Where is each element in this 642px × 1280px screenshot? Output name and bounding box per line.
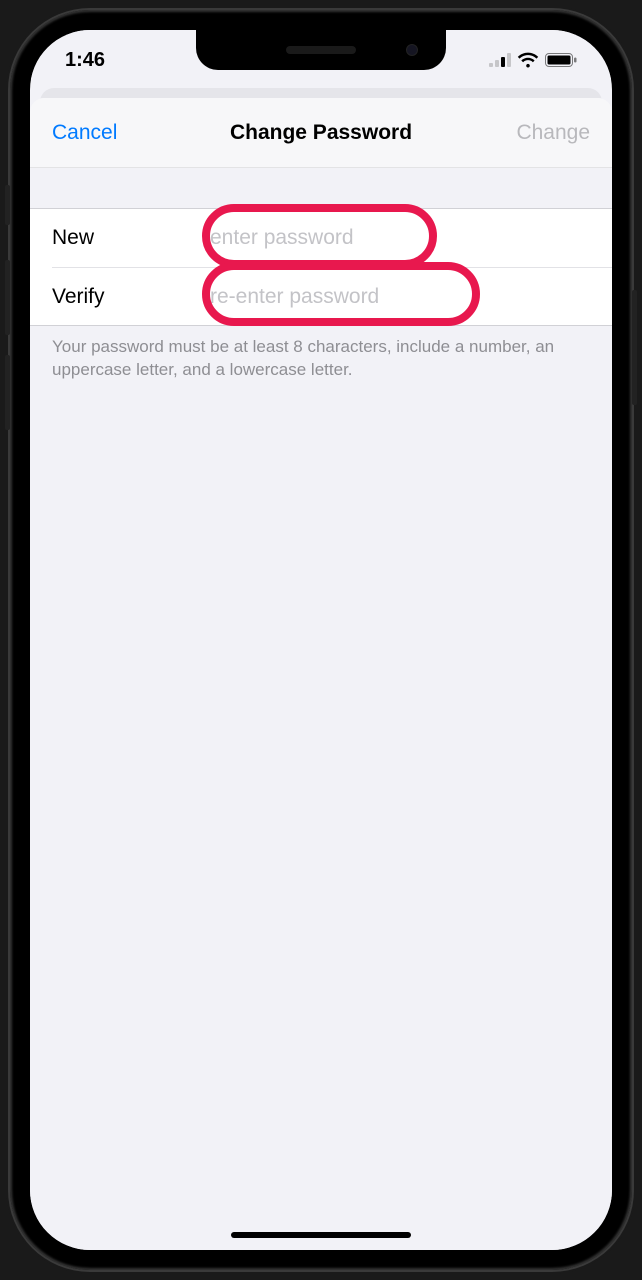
screen: 1:46 xyxy=(30,30,612,1250)
power-button xyxy=(632,290,637,405)
password-requirements-text: Your password must be at least 8 charact… xyxy=(30,326,612,392)
page-title: Change Password xyxy=(142,121,500,145)
wifi-icon xyxy=(517,52,539,68)
phone-frame: 1:46 xyxy=(10,10,632,1270)
home-indicator[interactable] xyxy=(231,1232,411,1238)
cellular-signal-icon xyxy=(489,53,511,67)
volume-up-button xyxy=(5,260,10,335)
volume-down-button xyxy=(5,355,10,430)
change-button[interactable]: Change xyxy=(500,121,590,145)
navigation-bar: Cancel Change Password Change xyxy=(30,98,612,168)
verify-password-input[interactable] xyxy=(202,285,612,309)
front-camera xyxy=(406,44,418,56)
silence-switch xyxy=(5,185,10,225)
status-right xyxy=(489,52,577,68)
new-password-input[interactable] xyxy=(202,226,612,250)
battery-icon xyxy=(545,53,577,67)
verify-password-row: Verify xyxy=(52,267,612,325)
new-password-label: New xyxy=(52,226,202,250)
speaker-grill xyxy=(286,46,356,54)
new-password-row: New xyxy=(30,209,612,267)
verify-password-label: Verify xyxy=(52,285,202,309)
password-form-group: New Verify xyxy=(30,208,612,326)
status-time: 1:46 xyxy=(65,49,105,72)
cancel-button[interactable]: Cancel xyxy=(52,121,142,145)
modal-sheet: Cancel Change Password Change New Verify… xyxy=(30,98,612,1250)
notch xyxy=(196,30,446,70)
